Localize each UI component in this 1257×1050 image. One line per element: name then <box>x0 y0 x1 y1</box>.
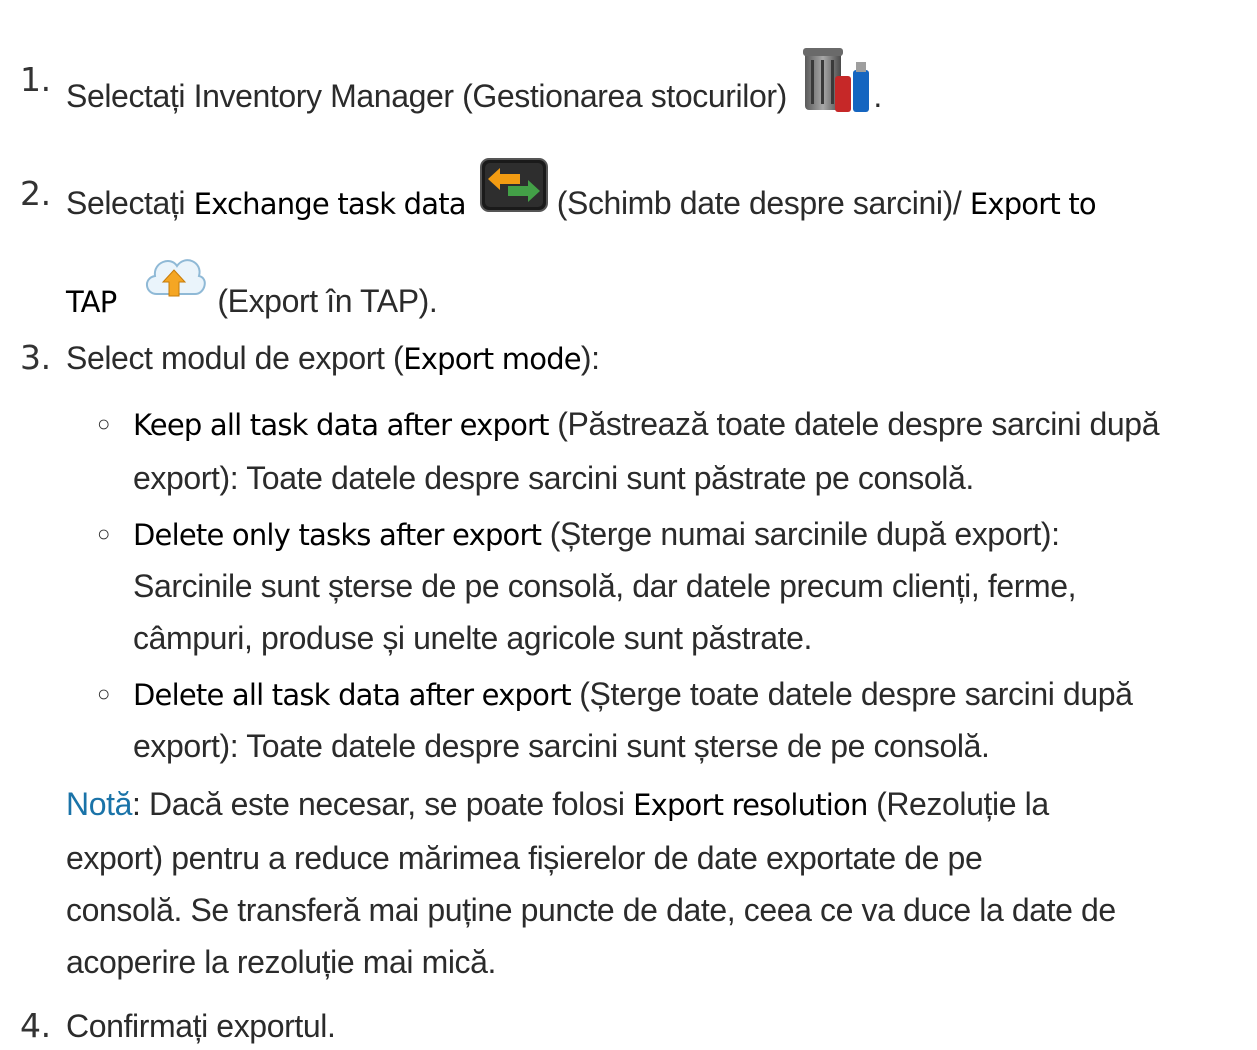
exchange-task-data-icon <box>480 158 549 221</box>
step-text: Selectați Exchange task data (Schimb dat… <box>66 158 1097 237</box>
tap-label: TAP <box>66 284 117 319</box>
step-text: Confirmați exportul. <box>66 1008 336 1044</box>
export-to-label: Export to <box>969 186 1097 221</box>
document-page: 1. Selectați Inventory Manager (Gestiona… <box>0 0 1257 1050</box>
note-label: Notă <box>66 786 132 822</box>
step-number: 1. <box>20 60 51 99</box>
step-number: 3. <box>20 338 51 377</box>
bullet-icon: ○ <box>97 681 110 706</box>
export-resolution-label: Export resolution <box>633 788 868 822</box>
bullet-icon: ○ <box>97 411 110 436</box>
inventory-manager-icon <box>801 46 873 123</box>
cloud-upload-icon <box>139 248 209 315</box>
step-number: 4. <box>20 1006 51 1045</box>
export-mode-label: Export mode <box>403 342 581 376</box>
step-text: Selectați Inventory Manager (Gestionarea… <box>66 48 882 137</box>
step-text: Select modul de export (Export mode): <box>66 340 600 376</box>
bullet-icon: ○ <box>97 521 110 546</box>
step-number: 2. <box>20 174 51 213</box>
exchange-task-data-label: Exchange task data <box>193 186 467 221</box>
